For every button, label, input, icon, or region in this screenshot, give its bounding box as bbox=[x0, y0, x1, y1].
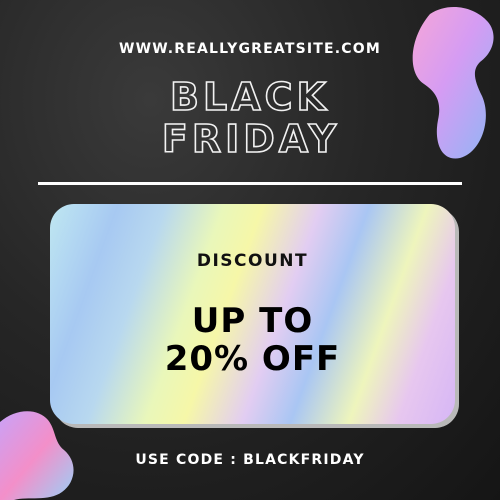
headline-line-black: BLACK bbox=[170, 78, 330, 119]
offer-line-up-to: UP TO bbox=[191, 301, 314, 341]
black-friday-headline: BLACK FRIDAY bbox=[0, 78, 500, 162]
discount-offer: UP TO 20% OFF bbox=[50, 302, 455, 378]
divider-line bbox=[38, 182, 462, 185]
offer-line-percent: 20% OFF bbox=[164, 339, 341, 379]
website-url: WWW.REALLYGREATSITE.COM bbox=[118, 41, 382, 57]
discount-label: DISCOUNT bbox=[196, 251, 309, 271]
headline-line-friday: FRIDAY bbox=[162, 117, 340, 161]
promo-code-text: USE CODE : BLACKFRIDAY bbox=[135, 452, 365, 468]
black-friday-poster: WWW.REALLYGREATSITE.COM BLACK FRIDAY DIS… bbox=[0, 0, 500, 500]
discount-card: DISCOUNT UP TO 20% OFF bbox=[50, 204, 455, 424]
